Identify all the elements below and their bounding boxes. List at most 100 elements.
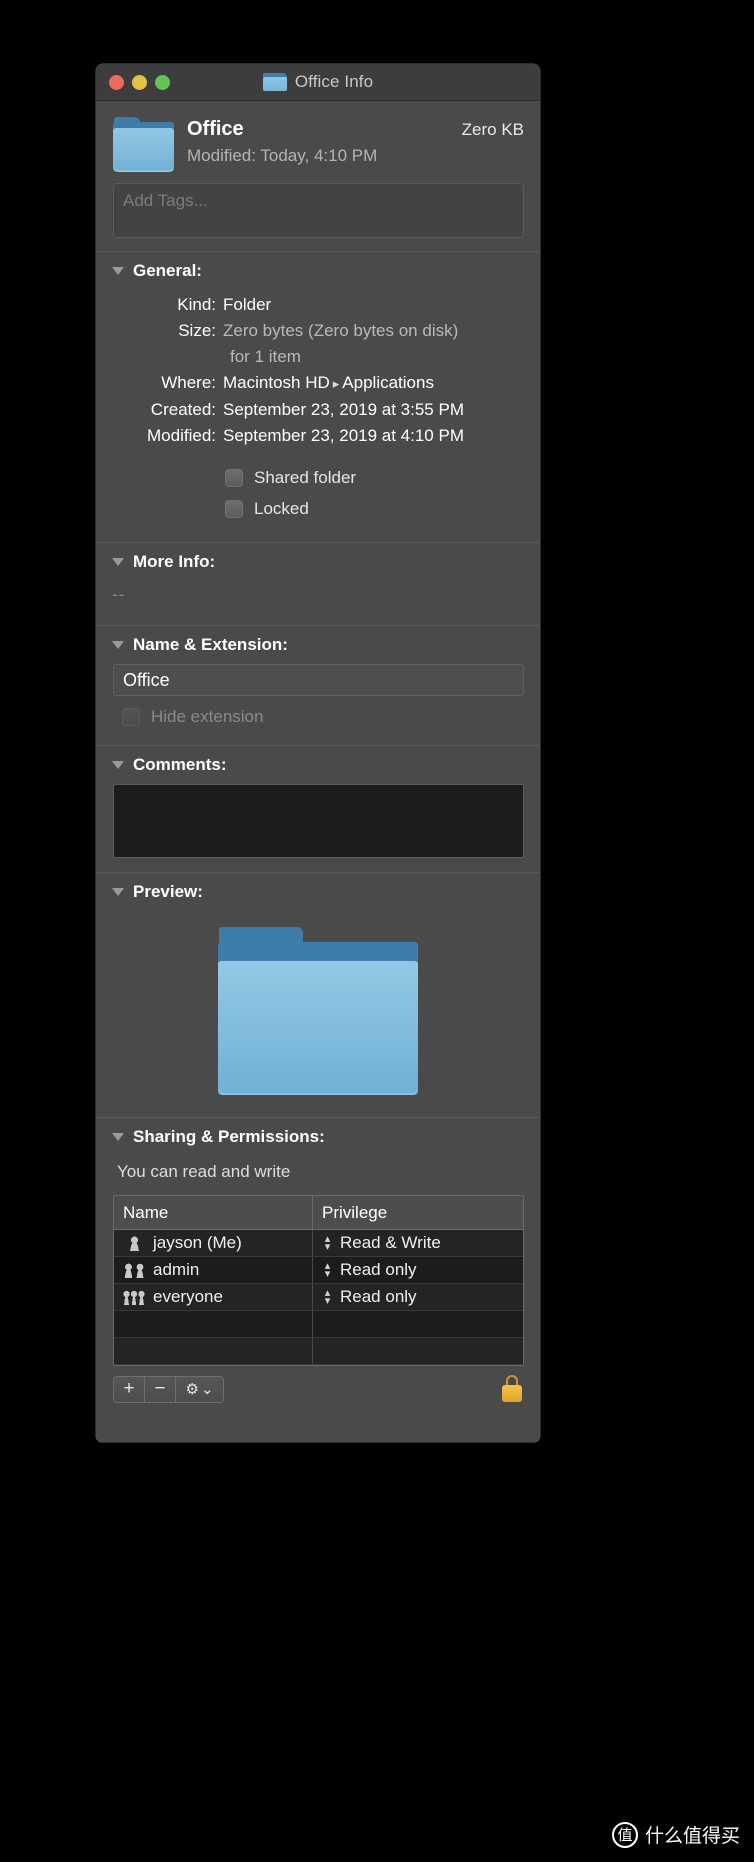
locked-row[interactable]: Locked [225, 493, 526, 524]
remove-user-button[interactable]: − [145, 1376, 176, 1402]
size-label: Size: [178, 321, 216, 340]
two-users-icon [123, 1262, 145, 1278]
locked-label: Locked [254, 499, 309, 518]
add-user-button[interactable]: + [114, 1376, 145, 1402]
permission-privilege-cell[interactable]: ▴ ▾ Read only [313, 1284, 523, 1310]
created-value: September 23, 2019 at 3:55 PM [223, 400, 464, 419]
section-more-info-header[interactable]: More Info: [96, 543, 540, 579]
permissions-table-header: Name Privilege [114, 1196, 523, 1230]
permissions-toolbar: + − ⚙ ⌄ [96, 1366, 540, 1414]
modified-label: Modified: [147, 426, 216, 445]
watermark: 值 什么值得买 [611, 1821, 740, 1848]
disclosure-triangle-icon[interactable] [112, 888, 124, 896]
sharing-status: You can read and write [117, 1162, 291, 1181]
permission-privilege-cell[interactable]: ▴ ▾ Read & Write [313, 1230, 523, 1256]
column-header-privilege[interactable]: Privilege [313, 1196, 523, 1229]
section-sharing-title: Sharing & Permissions: [133, 1127, 325, 1146]
name-extension-body: Office Hide extension [96, 662, 540, 745]
disclosure-triangle-icon[interactable] [112, 558, 124, 566]
permission-name-cell[interactable]: admin [114, 1257, 313, 1283]
screen: Office Info Office Modified: Today, 4:10… [0, 0, 754, 1862]
watermark-badge: 值 [611, 1821, 638, 1848]
folder-icon [218, 927, 418, 1095]
permission-privilege-cell[interactable]: ▴ ▾ Read only [313, 1257, 523, 1283]
zoom-button[interactable] [155, 74, 170, 90]
permission-name-cell[interactable]: everyone [114, 1284, 313, 1310]
created-label: Created: [150, 400, 216, 419]
close-button[interactable] [109, 74, 124, 90]
item-size: Zero KB [461, 120, 524, 139]
traffic-lights [109, 74, 170, 90]
kind-label: Kind: [177, 295, 216, 314]
disclosure-triangle-icon[interactable] [112, 761, 124, 769]
window-title: Office Info [294, 72, 374, 91]
permissions-table: Name Privilege jayson (Me) ▴ ▾ Read & Wri… [113, 1195, 524, 1366]
stepper-icon[interactable]: ▴ ▾ [322, 1234, 333, 1253]
tags-area: Add Tags... [96, 183, 540, 251]
action-menu-button[interactable]: ⚙ ⌄ [176, 1376, 223, 1402]
general-row-modified: Modified: September 23, 2019 at 4:10 PM [110, 423, 526, 449]
section-preview: Preview: [96, 872, 540, 1117]
section-general-title: General: [133, 261, 202, 280]
more-info-body: -- [96, 579, 540, 625]
locked-checkbox[interactable] [225, 499, 243, 518]
section-name-extension: Name & Extension: Office Hide extension [96, 625, 540, 745]
general-row-kind: Kind: Folder [110, 292, 526, 318]
where-volume: Macintosh HD [223, 373, 330, 392]
permission-name: everyone [153, 1287, 223, 1306]
disclosure-triangle-icon[interactable] [112, 1133, 124, 1141]
sharing-body: You can read and write Name Privilege ja… [96, 1154, 540, 1366]
add-tags-placeholder: Add Tags... [123, 191, 208, 210]
where-folder: Applications [342, 373, 434, 392]
where-label: Where: [161, 373, 216, 392]
permission-privilege: Read only [340, 1287, 417, 1306]
section-comments-header[interactable]: Comments: [96, 746, 540, 782]
table-row[interactable]: jayson (Me) ▴ ▾ Read & Write [114, 1230, 523, 1257]
name-input[interactable]: Office [113, 664, 524, 696]
path-separator-icon: ▸ [332, 376, 340, 391]
preview-body [96, 909, 540, 1117]
modified-value: September 23, 2019 at 4:10 PM [223, 426, 464, 445]
shared-folder-checkbox[interactable] [225, 468, 243, 487]
item-modified: Modified: Today, 4:10 PM [187, 146, 378, 165]
gear-icon: ⚙ [185, 1381, 199, 1398]
section-preview-title: Preview: [133, 882, 203, 901]
three-users-icon [123, 1289, 146, 1305]
permissions-button-group: + − ⚙ ⌄ [113, 1375, 224, 1403]
name-input-value: Office [123, 669, 170, 690]
general-row-size: Size: Zero bytes (Zero bytes on disk) [110, 318, 526, 344]
column-header-name[interactable]: Name [114, 1196, 313, 1229]
section-more-info: More Info: -- [96, 542, 540, 625]
permission-name: jayson (Me) [153, 1233, 242, 1252]
comments-textarea[interactable] [113, 784, 524, 858]
table-row[interactable]: admin ▴ ▾ Read only [114, 1257, 523, 1284]
table-row[interactable]: everyone ▴ ▾ Read only [114, 1284, 523, 1311]
permission-privilege: Read & Write [340, 1233, 441, 1252]
disclosure-triangle-icon[interactable] [112, 267, 124, 275]
header-texts: Office Modified: Today, 4:10 PM [187, 114, 462, 168]
minimize-button[interactable] [132, 74, 147, 90]
window-titlebar[interactable]: Office Info [96, 64, 540, 101]
chevron-down-icon: ⌄ [200, 1381, 214, 1398]
size-value-continued: for 1 item [230, 347, 301, 366]
lock-icon[interactable] [501, 1375, 523, 1403]
section-name-extension-title: Name & Extension: [133, 635, 288, 654]
shared-folder-label: Shared folder [254, 468, 357, 487]
add-tags-input[interactable]: Add Tags... [113, 183, 524, 238]
permission-name-cell[interactable]: jayson (Me) [114, 1230, 313, 1256]
section-sharing-header[interactable]: Sharing & Permissions: [96, 1118, 540, 1154]
hide-extension-checkbox[interactable] [122, 708, 140, 726]
get-info-window: Office Info Office Modified: Today, 4:10… [96, 64, 540, 1442]
info-header: Office Modified: Today, 4:10 PM Zero KB [96, 101, 540, 183]
stepper-icon[interactable]: ▴ ▾ [322, 1288, 333, 1307]
size-value: Zero bytes (Zero bytes on disk) [223, 321, 459, 340]
section-preview-header[interactable]: Preview: [96, 873, 540, 909]
watermark-text: 什么值得买 [644, 1826, 740, 1847]
shared-folder-row[interactable]: Shared folder [225, 462, 526, 493]
hide-extension-row[interactable]: Hide extension [113, 696, 524, 739]
disclosure-triangle-icon[interactable] [112, 641, 124, 649]
stepper-icon[interactable]: ▴ ▾ [322, 1261, 333, 1280]
section-name-extension-header[interactable]: Name & Extension: [96, 626, 540, 662]
section-general-header[interactable]: General: [96, 252, 540, 288]
section-comments: Comments: [96, 745, 540, 872]
